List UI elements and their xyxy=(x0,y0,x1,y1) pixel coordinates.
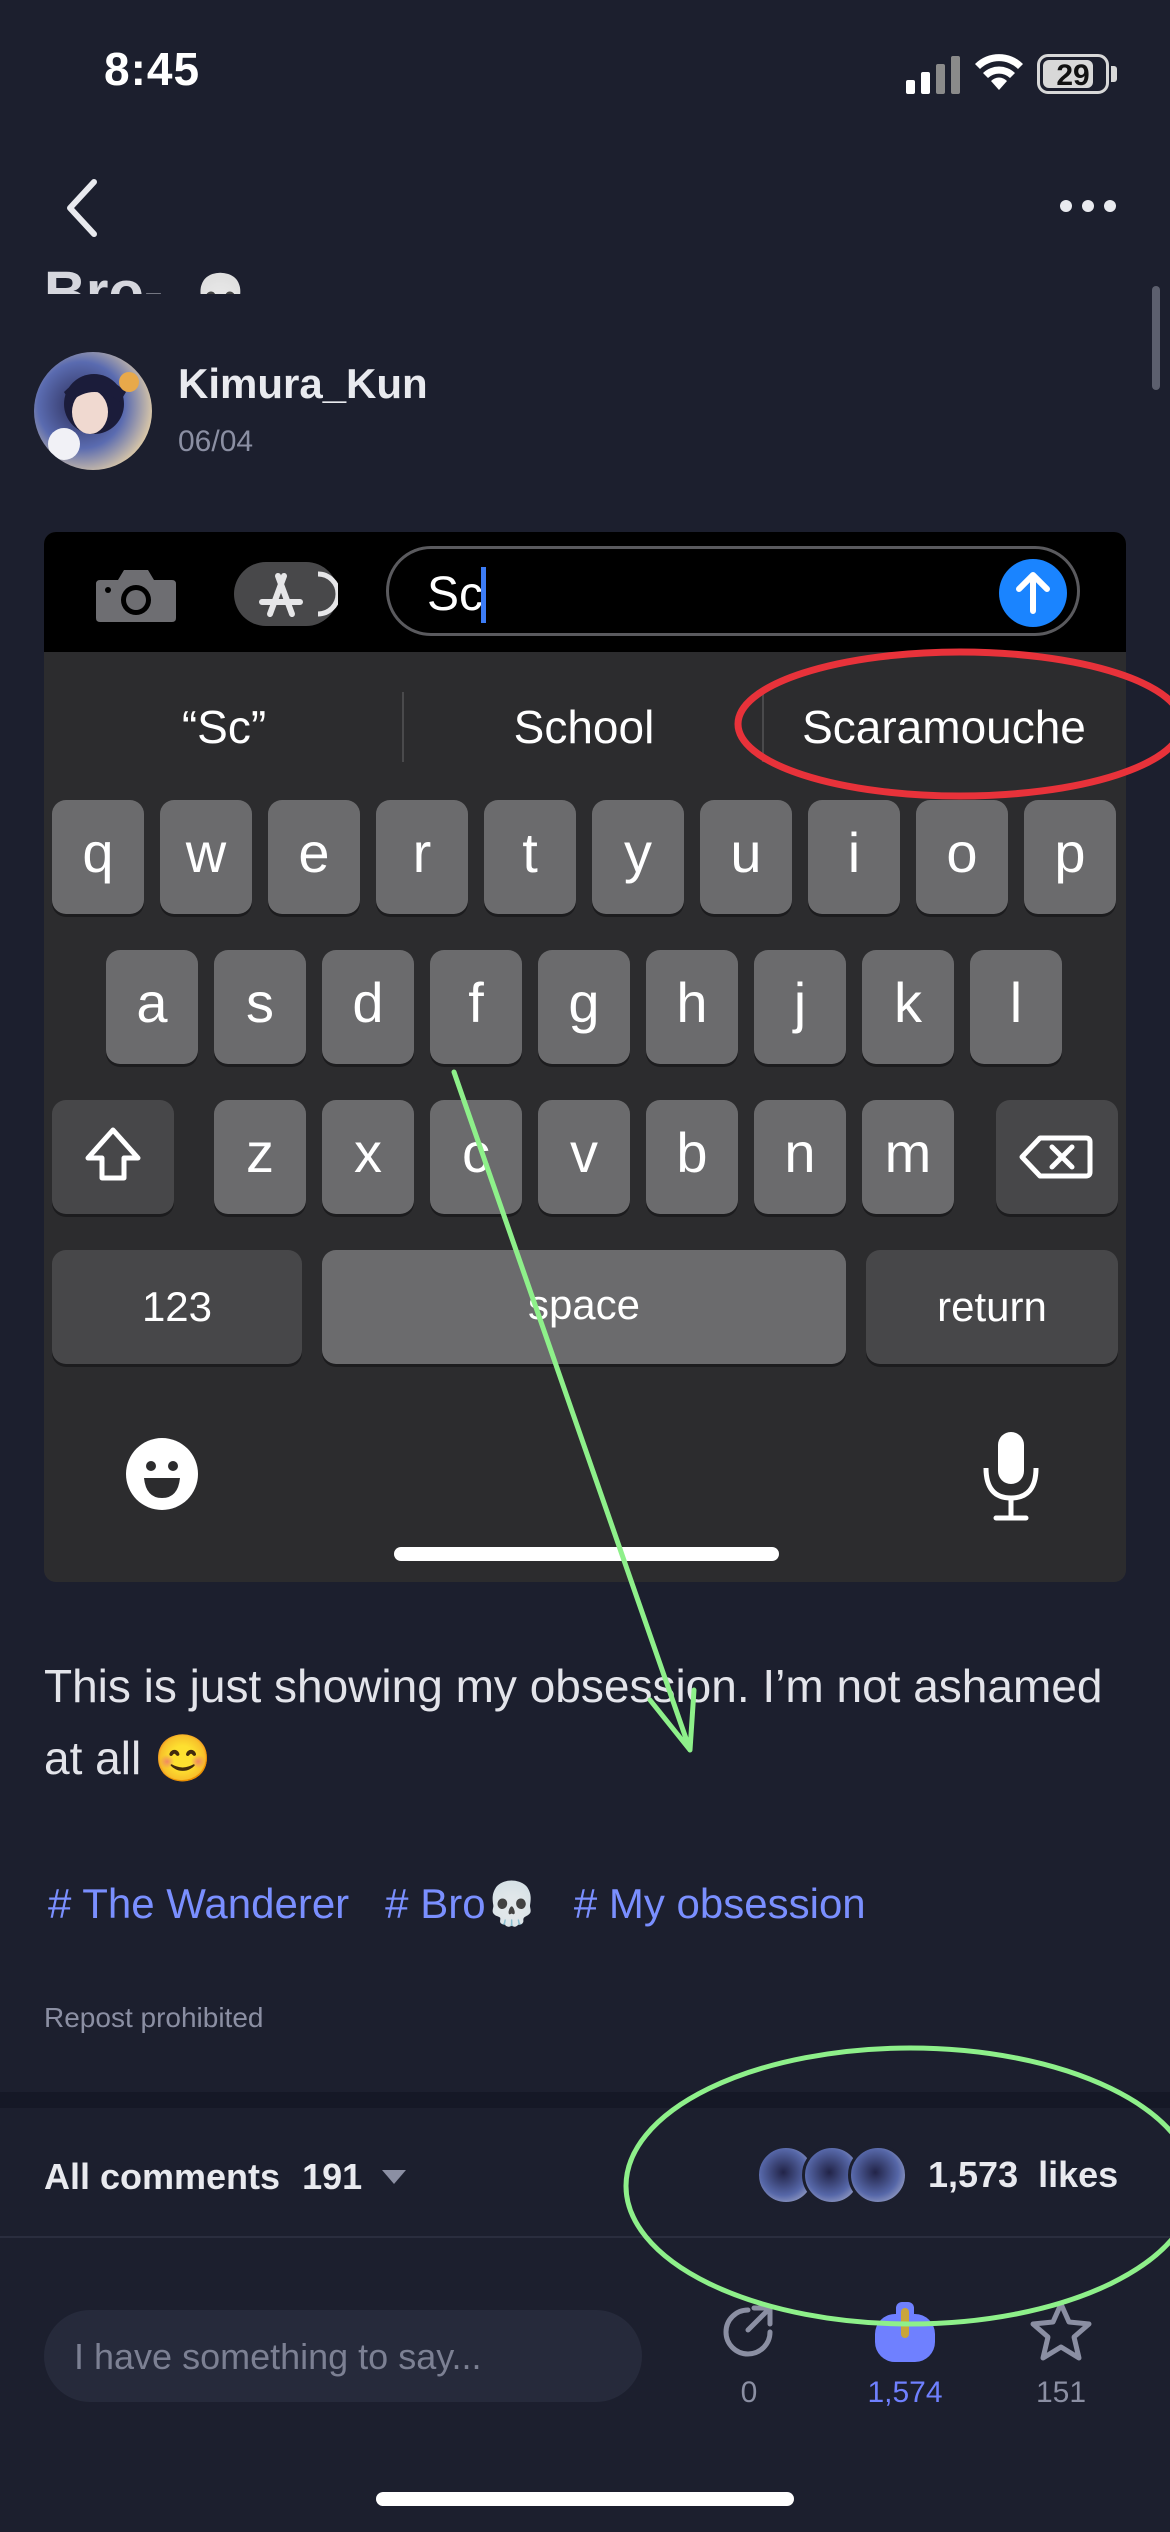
post-title-text: Bro- xyxy=(44,260,164,294)
shift-key[interactable] xyxy=(52,1100,174,1214)
author-avatar[interactable] xyxy=(34,352,152,470)
key-s[interactable]: s xyxy=(214,950,306,1064)
comment-input[interactable]: I have something to say... xyxy=(44,2310,642,2402)
screen: { "status_bar": {"time": "8:45", "batter… xyxy=(0,0,1170,2532)
comments-divider xyxy=(0,2236,1170,2238)
app-store-icon xyxy=(234,562,341,626)
camera-icon xyxy=(96,570,176,622)
key-m[interactable]: m xyxy=(862,1100,954,1214)
key-i[interactable]: i xyxy=(808,800,900,914)
key-h[interactable]: h xyxy=(646,950,738,1064)
scrollbar[interactable] xyxy=(1152,286,1160,390)
chevron-down-icon[interactable] xyxy=(382,2170,406,2184)
comments-label: All comments xyxy=(44,2156,281,2197)
key-e[interactable]: e xyxy=(268,800,360,914)
tag-bro[interactable]: # Bro💀 xyxy=(385,1880,538,1929)
status-time: 8:45 xyxy=(104,43,201,95)
avatar-art xyxy=(48,372,139,460)
suggestion-quoted[interactable]: “Sc” xyxy=(44,652,404,802)
space-key[interactable]: space xyxy=(322,1250,846,1364)
battery-icon: 29 xyxy=(1037,54,1109,94)
post-tags: # The Wanderer # Bro💀 # My obsession xyxy=(48,1880,866,1929)
key-b[interactable]: b xyxy=(646,1100,738,1214)
key-y[interactable]: y xyxy=(592,800,684,914)
section-divider xyxy=(0,2092,1170,2108)
key-r[interactable]: r xyxy=(376,800,468,914)
battery-level: 29 xyxy=(1056,59,1090,92)
tag-my-obsession[interactable]: # My obsession xyxy=(574,1880,866,1929)
key-a[interactable]: a xyxy=(106,950,198,1064)
liker-avatar xyxy=(848,2145,908,2205)
message-input[interactable]: Sc xyxy=(386,546,1080,636)
likes-count: 1,573 xyxy=(928,2154,1019,2195)
cellular-signal-icon xyxy=(906,54,960,94)
key-f[interactable]: f xyxy=(430,950,522,1064)
wifi-icon xyxy=(975,54,1023,90)
message-text: Sc xyxy=(427,568,484,621)
favorite-count: 151 xyxy=(1035,2376,1087,2409)
key-l[interactable]: l xyxy=(970,950,1062,1064)
emoji-icon[interactable] xyxy=(124,1436,200,1512)
back-button[interactable] xyxy=(62,176,106,240)
key-p[interactable]: p xyxy=(1024,800,1116,914)
delete-key[interactable] xyxy=(996,1100,1118,1214)
skull-icon: 💀 xyxy=(193,273,248,294)
home-indicator xyxy=(376,2492,794,2506)
key-c[interactable]: c xyxy=(430,1100,522,1214)
battery-cap xyxy=(1111,66,1117,82)
favorite-star-icon[interactable] xyxy=(1028,2300,1094,2364)
key-z[interactable]: z xyxy=(214,1100,306,1214)
suggestion-school[interactable]: School xyxy=(404,652,764,802)
embedded-keyboard-screenshot[interactable]: Sc “Sc” School Scaramouche qwertyuiop asd… xyxy=(44,532,1126,1582)
key-k[interactable]: k xyxy=(862,950,954,1064)
key-d[interactable]: d xyxy=(322,950,414,1064)
microphone-icon[interactable] xyxy=(976,1428,1046,1524)
share-count: 0 xyxy=(740,2376,758,2409)
shift-icon xyxy=(85,1127,141,1181)
key-j[interactable]: j xyxy=(754,950,846,1064)
post-title-fragment: Bro- 💀 xyxy=(44,238,248,294)
suggestion-scaramouche[interactable]: Scaramouche xyxy=(764,652,1124,802)
key-v[interactable]: v xyxy=(538,1100,630,1214)
like-icon[interactable] xyxy=(872,2300,938,2364)
backspace-icon xyxy=(1019,1135,1093,1179)
key-w[interactable]: w xyxy=(160,800,252,914)
tag-the-wanderer[interactable]: # The Wanderer xyxy=(48,1880,349,1929)
likes-label: likes xyxy=(1038,2154,1119,2195)
more-options-button[interactable] xyxy=(1056,194,1120,218)
share-icon[interactable] xyxy=(718,2302,780,2364)
numbers-key[interactable]: 123 xyxy=(52,1250,302,1364)
repost-notice: Repost prohibited xyxy=(44,2002,264,2033)
comment-placeholder: I have something to say... xyxy=(74,2336,482,2377)
key-t[interactable]: t xyxy=(484,800,576,914)
post-body: This is just showing my obsession. I’m n… xyxy=(44,1660,1103,1784)
all-comments-dropdown[interactable]: All comments 191 xyxy=(44,2156,362,2198)
key-g[interactable]: g xyxy=(538,950,630,1064)
like-count: 1,574 xyxy=(867,2376,943,2409)
comments-count: 191 xyxy=(302,2156,363,2197)
likes-summary[interactable]: 1,573 likes xyxy=(756,2140,1118,2210)
arrow-up-icon xyxy=(1016,572,1050,614)
return-key[interactable]: return xyxy=(866,1250,1118,1364)
key-x[interactable]: x xyxy=(322,1100,414,1214)
key-o[interactable]: o xyxy=(916,800,1008,914)
home-indicator-embedded xyxy=(394,1547,779,1561)
key-n[interactable]: n xyxy=(754,1100,846,1214)
key-q[interactable]: q xyxy=(52,800,144,914)
post-date: 06/04 xyxy=(178,425,254,458)
text-caret xyxy=(481,567,486,623)
send-button[interactable] xyxy=(999,559,1067,627)
key-u[interactable]: u xyxy=(700,800,792,914)
author-name[interactable]: Kimura_Kun xyxy=(178,360,428,408)
